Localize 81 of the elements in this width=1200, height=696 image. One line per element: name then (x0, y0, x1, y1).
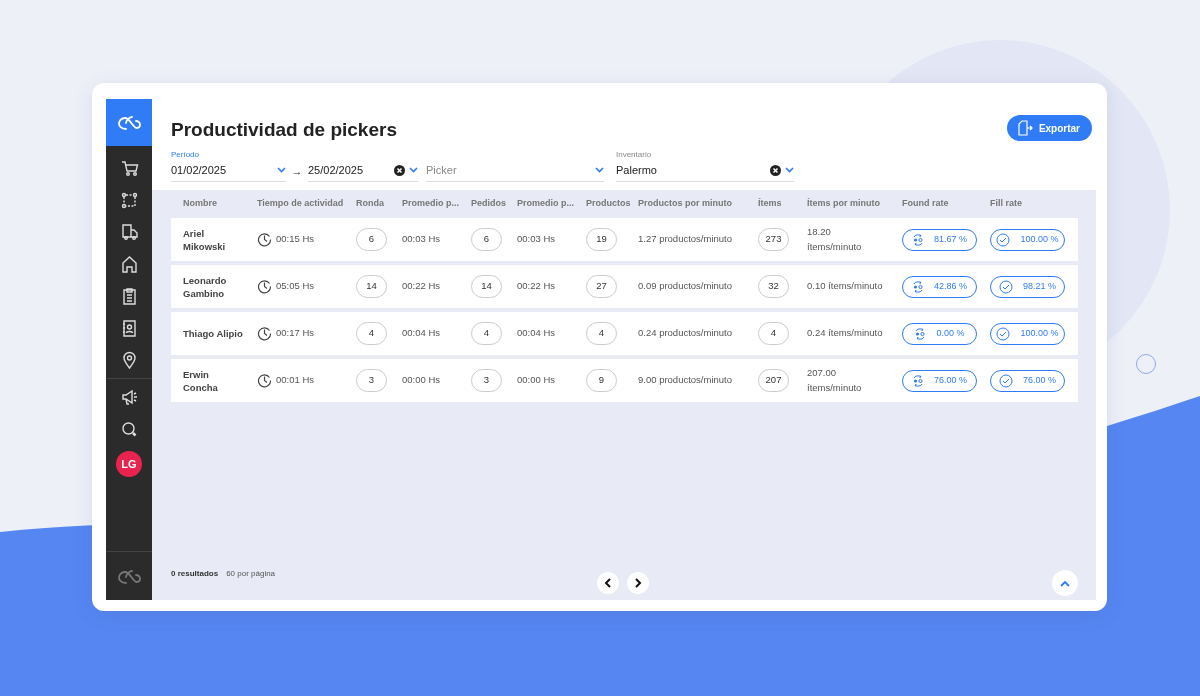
scroll-top-button[interactable] (1052, 570, 1078, 596)
route-icon[interactable] (119, 190, 139, 210)
column-header: Pedidos (471, 197, 507, 211)
table-cell-text: 00:03 Hs (517, 232, 557, 247)
column-header: Found rate (902, 197, 950, 211)
date-from-field[interactable]: 01/02/2025 (171, 159, 286, 182)
chevron-down-icon[interactable] (409, 167, 418, 174)
previous-page-button[interactable] (597, 572, 619, 594)
chevron-down-icon[interactable] (785, 167, 794, 174)
refresh-dots-icon (914, 326, 927, 341)
column-header: Ronda (356, 197, 385, 211)
column-header: Promedio p... (517, 197, 575, 211)
home-icon[interactable] (119, 254, 139, 274)
clock-icon (257, 373, 272, 388)
table-cell-text: 9.00 productos/minuto (638, 373, 733, 388)
picker-name: Ariel Mikowski (183, 226, 227, 253)
picker-name: Thiago Alipio (183, 327, 243, 340)
table-cell-text: 00:00 Hs (402, 373, 442, 388)
clock-icon (257, 279, 272, 294)
column-header: Ítems (758, 197, 783, 211)
date-to-field[interactable]: 25/02/2025 (308, 159, 418, 182)
column-header: Productos (586, 197, 632, 211)
table-cell-text: 00:04 Hs (402, 326, 442, 341)
page-size: 60 por página (226, 568, 276, 580)
picker-name: Leonardo Gambino (183, 273, 228, 300)
table-cell: 05:05 Hs (276, 279, 315, 294)
chevron-down-icon[interactable] (595, 167, 604, 174)
refresh-dots-icon (912, 279, 924, 294)
check-circle-icon (996, 232, 1011, 247)
user-avatar[interactable]: LG (116, 451, 142, 477)
table-cell-text: 00:00 Hs (517, 373, 557, 388)
page-title: Productividad de pickers (171, 119, 397, 142)
table-cell-text: 00:22 Hs (517, 279, 557, 294)
check-circle-icon (999, 279, 1013, 294)
table-cell-text: 0.24 ítems/minuto (807, 326, 884, 341)
table-cell-text: 00:22 Hs (402, 279, 442, 294)
table-cell-text: 0.24 productos/minuto (638, 326, 733, 341)
document-export-icon (1016, 120, 1033, 136)
chevron-left-icon (604, 578, 612, 588)
column-header: Promedio p... (402, 197, 460, 211)
table-cell: 00:15 Hs (276, 232, 315, 247)
app-logo (117, 569, 141, 585)
table-cell-text: 0.09 productos/minuto (638, 279, 733, 294)
results-count: 0 resultados (171, 568, 219, 580)
table-cell: 00:17 Hs (276, 326, 315, 341)
picker-name: Erwin Concha (183, 367, 219, 394)
column-header: Fill rate (990, 197, 1023, 211)
column-header: Tiempo de actividad (257, 197, 345, 211)
chevron-down-icon[interactable] (277, 167, 286, 174)
column-header: Productos por minuto (638, 197, 733, 211)
field-label: Período (171, 149, 201, 160)
app-logo[interactable] (117, 114, 141, 131)
clear-icon[interactable] (394, 164, 405, 176)
export-button[interactable]: Exportar (1006, 115, 1092, 141)
range-arrow: → (290, 163, 304, 179)
picker-field[interactable]: Picker (426, 159, 604, 182)
search-icon[interactable] (119, 419, 139, 439)
table-cell-text: 00:03 Hs (402, 232, 442, 247)
truck-document-icon[interactable] (119, 222, 139, 242)
refresh-dots-icon (912, 232, 924, 247)
megaphone-icon[interactable] (119, 387, 139, 407)
column-header: Ítems por minuto (807, 197, 881, 211)
clock-icon (257, 232, 272, 247)
check-circle-icon (996, 326, 1011, 341)
table-cell: 00:01 Hs (276, 373, 315, 388)
field-label: Inventario (616, 149, 653, 160)
table-cell-text: 00:04 Hs (517, 326, 557, 341)
clock-icon (257, 326, 272, 341)
table-cell-text: 0.10 ítems/minuto (807, 279, 884, 294)
check-circle-icon (999, 373, 1013, 388)
table-cell-text: 207.00 ítems/minuto (807, 366, 863, 395)
chevron-up-icon (1060, 579, 1070, 587)
inventory-field[interactable]: Palermo (616, 159, 794, 182)
clear-icon[interactable] (770, 164, 781, 176)
chevron-right-icon (634, 578, 642, 588)
table-cell-text: 1.27 productos/minuto (638, 232, 733, 247)
column-header: Nombre (183, 197, 218, 211)
refresh-dots-icon (912, 373, 924, 388)
table-cell-text: 18.20 ítems/minuto (807, 225, 863, 254)
next-page-button[interactable] (627, 572, 649, 594)
cart-icon[interactable] (119, 158, 139, 178)
